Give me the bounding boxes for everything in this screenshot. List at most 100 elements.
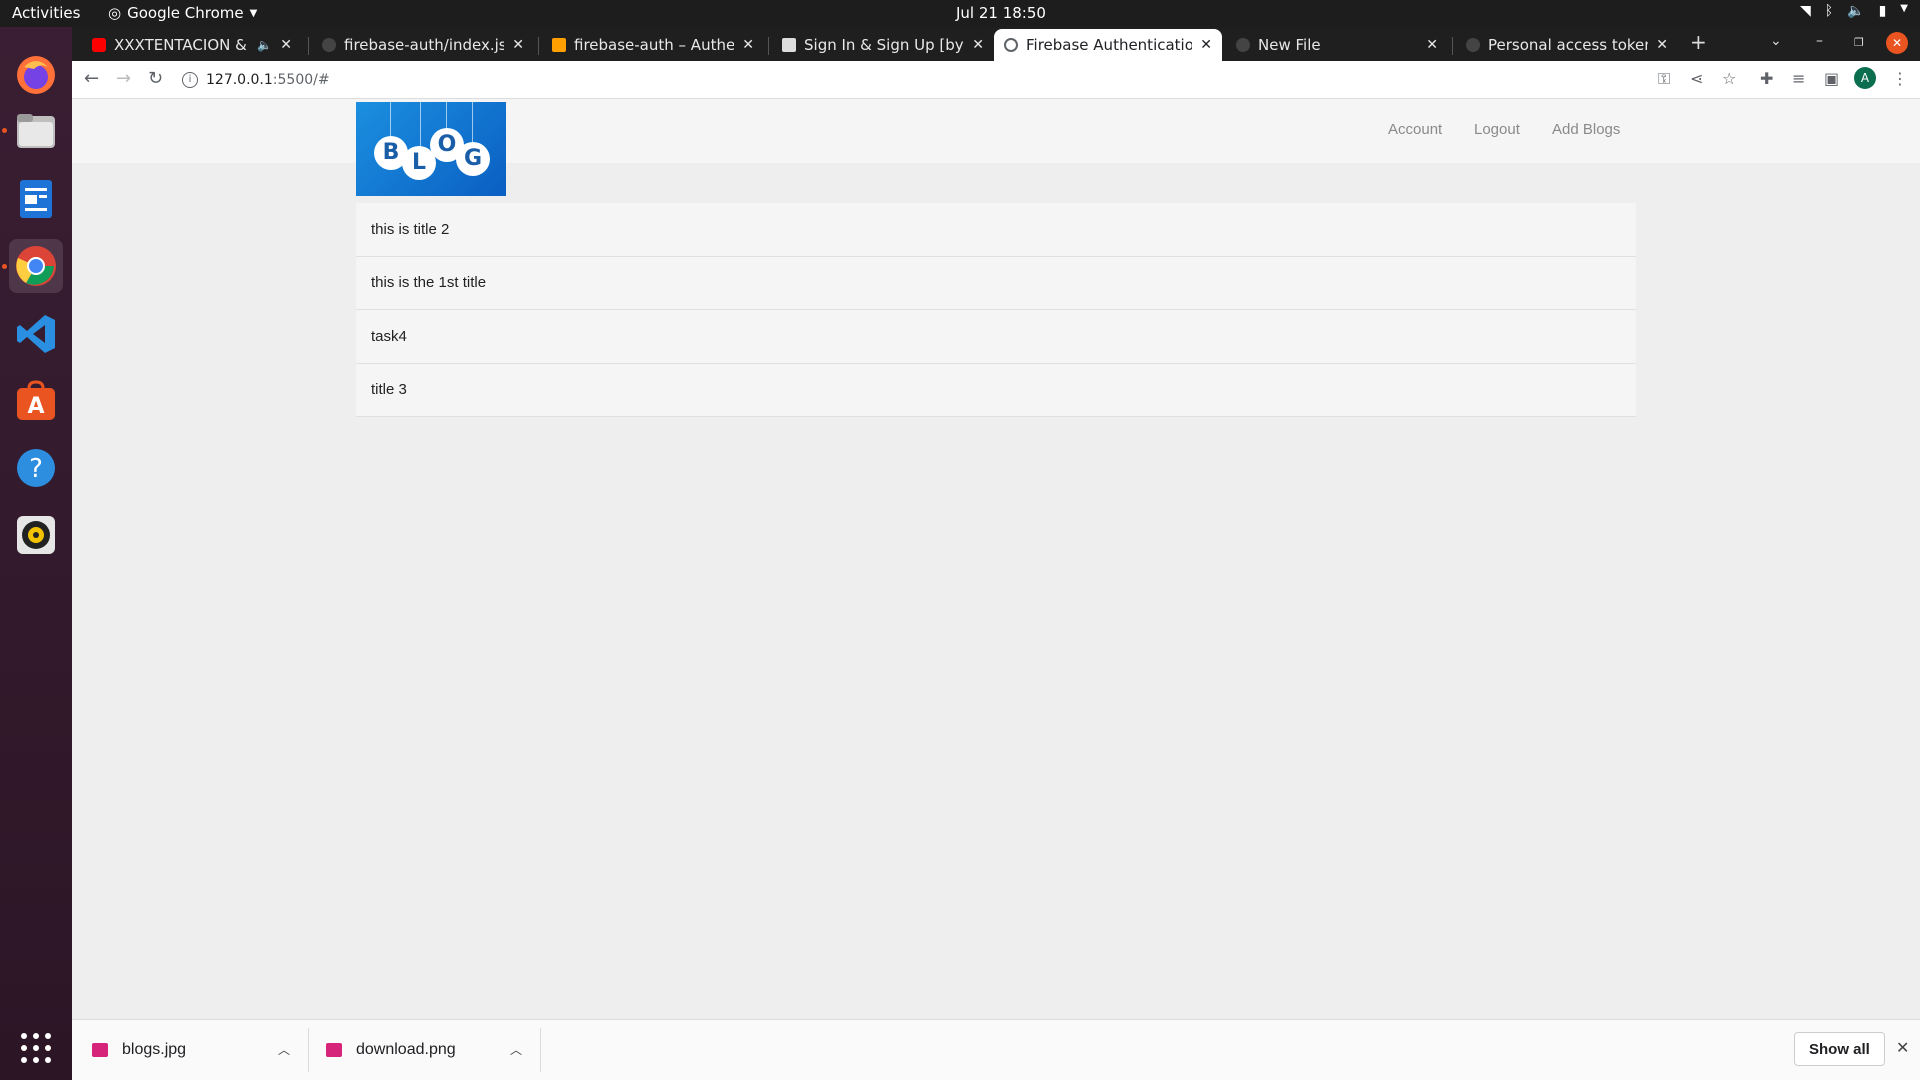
media-control-icon[interactable]: ≡ <box>1792 69 1805 88</box>
speaker-icon: 🔈 <box>257 38 273 52</box>
download-filename: download.png <box>356 1041 456 1058</box>
writer-document-icon[interactable] <box>9 172 63 226</box>
new-tab-button[interactable]: + <box>1690 30 1707 54</box>
github-icon <box>1236 38 1250 52</box>
blog-list-item[interactable]: this is the 1st title <box>356 256 1636 310</box>
show-all-button[interactable]: Show all <box>1794 1032 1885 1066</box>
battery-icon: ▮ <box>1878 3 1887 19</box>
tab-search-button[interactable]: ⌄ <box>1770 33 1782 49</box>
site-navbar <box>72 99 1920 163</box>
help-icon[interactable]: ? <box>9 441 63 495</box>
chevron-up-icon[interactable]: ︿ <box>278 1041 290 1058</box>
tab-title: firebase-auth – Authent <box>574 36 735 54</box>
nav-add-blogs-link[interactable]: Add Blogs <box>1552 121 1620 138</box>
browser-toolbar: ← → ↻ i 127.0.0.1:5500/# ⚿ ⋖ ☆ ✚ ≡ ▣ A ⋮ <box>72 61 1920 99</box>
chrome-app-icon: ◎ <box>108 4 122 22</box>
tab-new-file[interactable]: New File ✕ <box>1226 29 1448 61</box>
chrome-icon[interactable] <box>9 239 63 293</box>
url-path: :5500/# <box>272 72 330 88</box>
youtube-icon <box>92 38 106 52</box>
close-window-button[interactable]: ✕ <box>1886 32 1908 54</box>
tab-title: firebase-auth/index.js a <box>344 36 505 54</box>
blog-list-item[interactable]: title 3 <box>356 363 1636 417</box>
share-icon[interactable]: ⋖ <box>1690 69 1703 88</box>
chevron-down-icon: ▼ <box>1900 3 1908 14</box>
tab-title: Sign In & Sign Up [by Bo <box>804 36 964 54</box>
app-name: Google Chrome <box>127 4 244 22</box>
close-icon[interactable]: ✕ <box>1896 1038 1909 1057</box>
download-separator <box>540 1028 541 1072</box>
software-center-icon[interactable]: A <box>9 374 63 428</box>
restore-button[interactable]: ❐ <box>1854 36 1864 49</box>
downloads-bar: blogs.jpg ︿ download.png ︿ Show all ✕ <box>72 1019 1920 1080</box>
image-file-icon <box>326 1043 342 1057</box>
activities-button[interactable]: Activities <box>12 4 80 22</box>
running-indicator <box>2 128 7 133</box>
rhythmbox-icon[interactable] <box>9 508 63 562</box>
close-icon[interactable]: ✕ <box>972 37 984 53</box>
address-bar[interactable]: i 127.0.0.1:5500/# <box>182 66 1702 94</box>
star-icon[interactable]: ☆ <box>1722 69 1736 88</box>
url-host: 127.0.0.1 <box>206 72 273 88</box>
system-top-bar: Activities ◎ Google Chrome ▼ Jul 21 18:5… <box>0 0 1920 27</box>
tab-sign-in[interactable]: Sign In & Sign Up [by Bo ✕ <box>772 29 994 61</box>
vscode-icon[interactable] <box>9 307 63 361</box>
files-icon[interactable] <box>9 103 63 157</box>
side-panel-icon[interactable]: ▣ <box>1824 69 1839 88</box>
close-icon[interactable]: ✕ <box>742 37 754 53</box>
wifi-icon: ◥ <box>1799 3 1811 19</box>
github-icon <box>322 38 336 52</box>
svg-text:A: A <box>27 394 44 419</box>
firefox-icon[interactable] <box>9 48 63 102</box>
nav-logout-link[interactable]: Logout <box>1474 121 1520 138</box>
close-icon[interactable]: ✕ <box>1656 37 1668 53</box>
tab-youtube[interactable]: XXXTENTACION & Li 🔈 ✕ <box>82 29 302 61</box>
reload-button[interactable]: ↻ <box>148 68 163 89</box>
close-icon[interactable]: ✕ <box>512 37 524 53</box>
menu-kebab-icon[interactable]: ⋮ <box>1892 69 1908 88</box>
close-icon[interactable]: ✕ <box>280 37 292 53</box>
tab-separator <box>538 37 539 55</box>
tab-personal-access-tokens[interactable]: Personal access tokens ✕ <box>1456 29 1678 61</box>
system-tray[interactable]: ◥ ᛒ 🔈 ▮ ▼ <box>1800 3 1908 19</box>
close-icon[interactable]: ✕ <box>1200 37 1212 53</box>
close-icon[interactable]: ✕ <box>1426 37 1438 53</box>
image-file-icon <box>92 1043 108 1057</box>
tab-github-index[interactable]: firebase-auth/index.js a ✕ <box>312 29 534 61</box>
blog-logo[interactable]: B L O G <box>356 102 506 196</box>
key-icon[interactable]: ⚿ <box>1658 69 1670 89</box>
download-filename: blogs.jpg <box>122 1041 187 1058</box>
blog-list: this is title 2 this is the 1st title ta… <box>356 203 1636 417</box>
svg-text:?: ? <box>29 454 43 484</box>
extensions-icon[interactable]: ✚ <box>1760 69 1773 88</box>
codepen-icon <box>782 38 796 52</box>
blog-list-item[interactable]: this is title 2 <box>356 203 1636 257</box>
clock[interactable]: Jul 21 18:50 <box>956 4 1046 22</box>
minimize-button[interactable]: – <box>1816 33 1823 49</box>
download-item-download[interactable]: download.png <box>326 1020 526 1080</box>
volume-icon: 🔈 <box>1847 3 1865 19</box>
logo-letter: G <box>456 142 490 176</box>
dock: A ? <box>0 27 72 1080</box>
globe-icon <box>1004 38 1018 52</box>
app-menu[interactable]: ◎ Google Chrome ▼ <box>108 4 257 22</box>
nav-account-link[interactable]: Account <box>1388 121 1442 138</box>
tab-firebase-authentication[interactable]: Firebase Authentication ✕ <box>994 29 1222 61</box>
tab-separator <box>308 37 309 55</box>
tab-firebase-console[interactable]: firebase-auth – Authent ✕ <box>542 29 764 61</box>
profile-avatar[interactable]: A <box>1854 67 1876 89</box>
running-indicator <box>2 264 7 269</box>
logo-string <box>420 102 421 152</box>
web-page: B L O G Account Logout Add Blogs this is… <box>72 99 1920 1019</box>
show-apps-icon[interactable] <box>9 1021 63 1075</box>
blog-list-item[interactable]: task4 <box>356 310 1636 364</box>
bluetooth-icon: ᛒ <box>1824 3 1834 19</box>
chevron-down-icon: ▼ <box>249 7 258 19</box>
tab-strip: XXXTENTACION & Li 🔈 ✕ firebase-auth/inde… <box>72 27 1920 61</box>
firebase-icon <box>552 38 566 52</box>
back-button[interactable]: ← <box>84 68 99 89</box>
tab-title: Firebase Authentication <box>1026 36 1193 54</box>
chevron-up-icon[interactable]: ︿ <box>510 1041 522 1058</box>
forward-button[interactable]: → <box>116 68 131 89</box>
info-icon[interactable]: i <box>182 72 198 88</box>
